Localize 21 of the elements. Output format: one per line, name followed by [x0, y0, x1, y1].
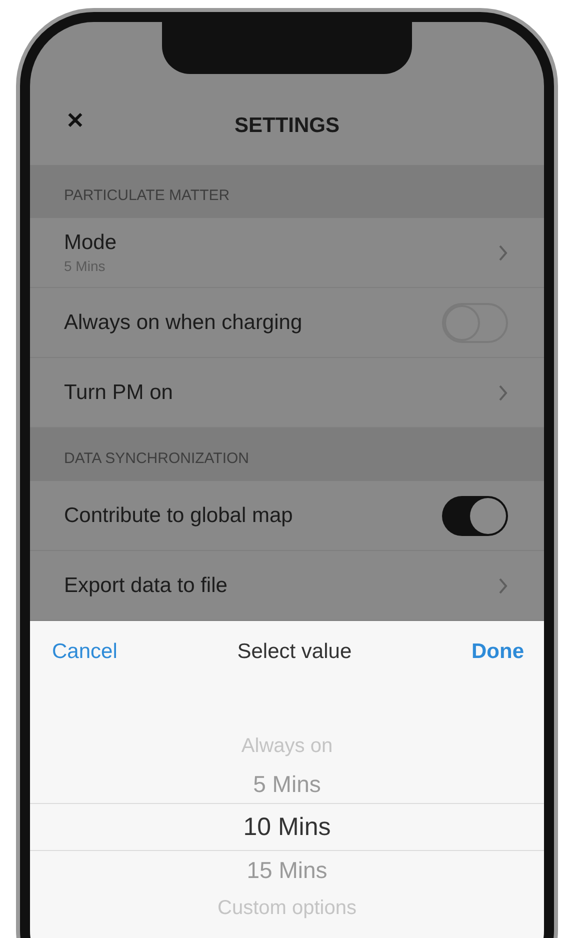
sheet-title: Select value: [237, 640, 352, 664]
picker-option[interactable]: 15 Mins: [246, 856, 328, 884]
settings-row[interactable]: Contribute to global map: [30, 481, 544, 551]
chevron-icon: [498, 384, 508, 402]
section-header: DATA SYNCHRONIZATION: [30, 428, 544, 481]
row-label: Export data to file: [64, 574, 228, 598]
row-label: Mode: [64, 231, 118, 255]
chevron-icon: [498, 576, 508, 594]
toggle-switch[interactable]: [442, 496, 508, 536]
screen-title: SETTINGS: [234, 114, 340, 138]
done-button[interactable]: Done: [462, 636, 534, 668]
chevron-icon: [498, 244, 508, 262]
section-header: PARTICULATE MATTER: [30, 165, 544, 218]
cancel-button[interactable]: Cancel: [42, 636, 128, 668]
picker-option[interactable]: 10 Mins: [243, 812, 331, 842]
picker-option[interactable]: 5 Mins: [253, 770, 321, 798]
settings-row[interactable]: Always on when charging: [30, 288, 544, 358]
close-icon[interactable]: ✕: [66, 108, 84, 134]
row-label: Contribute to global map: [64, 504, 294, 528]
row-label: Always on when charging: [64, 310, 304, 334]
row-label: Turn PM on: [64, 380, 174, 404]
